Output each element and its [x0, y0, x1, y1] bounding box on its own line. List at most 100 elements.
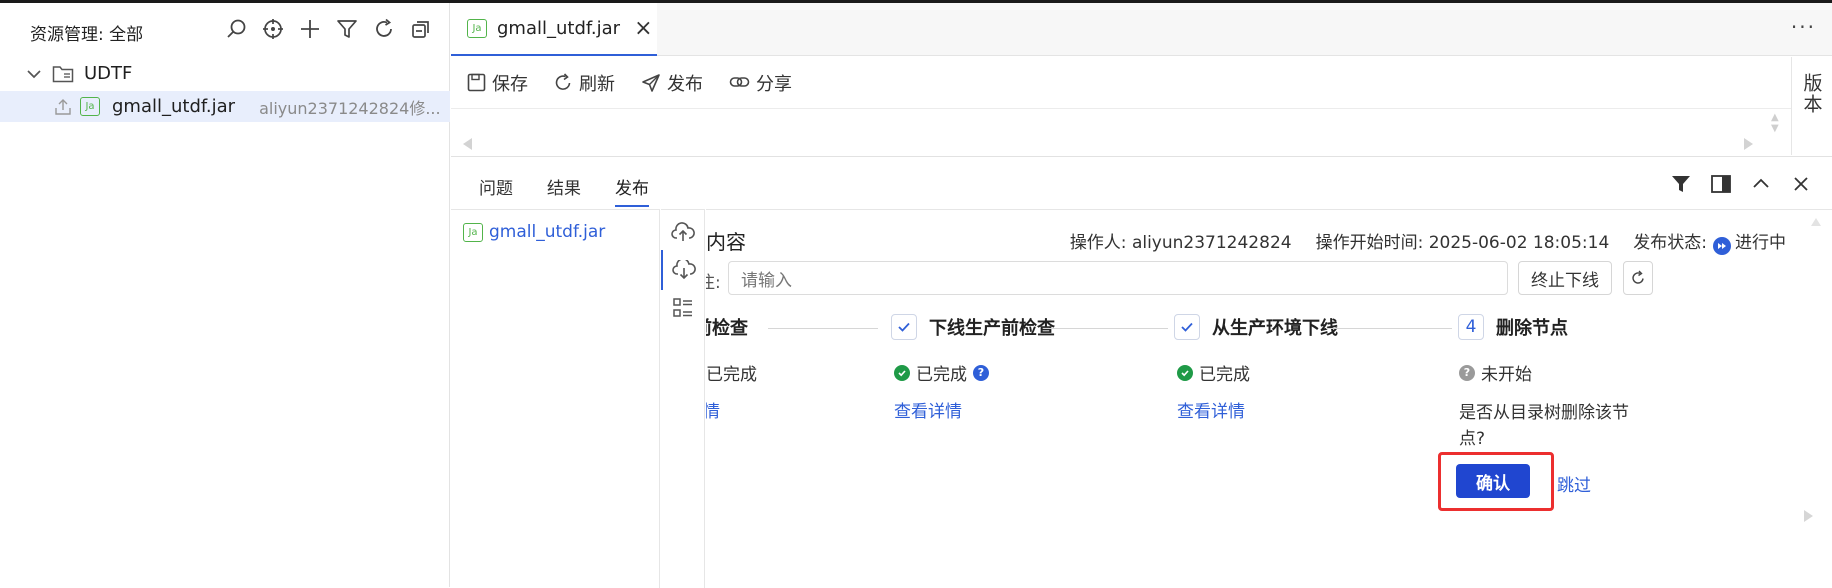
refresh-button[interactable]: 刷新	[554, 70, 615, 96]
check-icon	[891, 314, 917, 340]
step-connector	[1043, 328, 1168, 329]
step-1-header: 下线前检查	[706, 314, 748, 340]
step-4-header: 4 删除节点	[1458, 314, 1568, 340]
stop-offline-button[interactable]: 终止下线	[1518, 261, 1612, 295]
send-icon	[642, 73, 660, 92]
success-icon	[894, 364, 910, 381]
step-connector	[768, 328, 878, 329]
chevron-up-icon[interactable]	[1748, 171, 1774, 197]
publish-file-item[interactable]: Ja gmall_utdf.jar	[463, 222, 605, 242]
step-3-header: 从生产环境下线	[1174, 314, 1338, 340]
scroll-right-arrow[interactable]	[1804, 510, 1813, 522]
step-connector	[1326, 328, 1452, 329]
success-icon	[1177, 364, 1193, 381]
status-value: 进行中	[1735, 233, 1786, 253]
help-icon[interactable]: ?	[973, 364, 989, 381]
link-icon	[729, 77, 750, 87]
not-started-icon: ?	[1459, 364, 1475, 381]
step-4-status-text: 未开始	[1481, 365, 1532, 385]
step-2-header: 下线生产前检查	[891, 314, 1055, 340]
step-1-status: 已完成	[706, 360, 757, 385]
explorer-title: 资源管理: 全部	[30, 25, 144, 45]
step-2-status: 已完成 ?	[894, 360, 989, 385]
scroll-up-arrow[interactable]	[1811, 218, 1821, 226]
publish-file-label: gmall_utdf.jar	[489, 222, 606, 242]
skip-link[interactable]: 跳过	[1557, 471, 1591, 496]
jar-file-icon: Ja	[463, 222, 483, 242]
refresh-label: 刷新	[579, 73, 615, 95]
step-2-status-text: 已完成	[916, 365, 967, 385]
more-icon[interactable]: ···	[1791, 15, 1816, 39]
refresh-icon	[555, 73, 571, 90]
publish-status: 发布状态: 进行中	[1633, 228, 1786, 255]
publish-content: 布内容 操作人: aliyun2371242824 操作开始时间: 2025-0…	[706, 209, 1832, 588]
bottom-panel: 问题 结果 发布 Ja gmall_utdf.jar 内容 操作人: aliyu…	[451, 156, 1832, 588]
filter-icon[interactable]	[1668, 171, 1694, 197]
search-icon[interactable]	[222, 15, 249, 42]
step-1-view-details-link[interactable]: 查看详情	[706, 397, 720, 422]
step-3-title: 从生产环境下线	[1212, 318, 1338, 339]
scroll-right-arrow[interactable]	[1744, 138, 1753, 150]
step-4-index: 4	[1458, 314, 1484, 340]
collapse-all-icon[interactable]	[407, 15, 434, 42]
refresh-icon[interactable]	[1623, 261, 1653, 295]
tab-gmall-utdf[interactable]: Ja gmall_utdf.jar ×	[451, 3, 657, 56]
vertical-scroll-arrows[interactable]: ▲ ▼	[1771, 112, 1779, 134]
publish-label: 发布	[667, 73, 703, 95]
editor-toolbar: 保存 刷新 发布 分享	[451, 57, 1791, 109]
start-time-text: 操作开始时间: 2025-06-02 18:05:14	[1315, 233, 1610, 253]
tree-file-label: gmall_utdf.jar	[112, 96, 236, 117]
step-2-title: 下线生产前检查	[929, 318, 1055, 339]
version-tab-label: 版本	[1800, 73, 1823, 115]
operator-text: 操作人: aliyun2371242824	[1069, 233, 1292, 253]
add-icon[interactable]	[296, 15, 323, 42]
step-2-view-details-link[interactable]: 查看详情	[894, 397, 962, 422]
highlight-box	[1438, 452, 1554, 511]
close-icon[interactable]: ×	[634, 16, 652, 41]
scroll-left-arrow[interactable]	[463, 138, 472, 150]
publish-button[interactable]: 发布	[641, 70, 703, 96]
status-label: 发布状态:	[1633, 233, 1707, 253]
share-label: 分享	[756, 73, 792, 95]
step-4-status: ? 未开始	[1459, 360, 1532, 385]
editor-content	[451, 110, 1791, 155]
save-label: 保存	[492, 73, 528, 95]
in-progress-icon	[1713, 237, 1731, 255]
split-panel-icon[interactable]	[1708, 171, 1734, 197]
tree-folder-label: UDTF	[84, 63, 133, 84]
jar-file-icon: Ja	[80, 97, 100, 116]
publish-file-list: Ja gmall_utdf.jar	[451, 209, 660, 588]
download-cloud-icon[interactable]	[661, 250, 705, 290]
upload-cloud-icon[interactable]	[661, 212, 705, 252]
version-side-tab[interactable]: 版本	[1791, 57, 1832, 155]
upload-icon	[55, 98, 71, 115]
delete-node-question: 是否从目录树删除该节点?	[1459, 403, 1629, 449]
tree-file-gmall-utdf[interactable]: Ja gmall_utdf.jar aliyun2371242824修...	[0, 91, 450, 122]
panel-tabs: 问题 结果 发布	[479, 174, 649, 207]
tab-problems[interactable]: 问题	[479, 174, 513, 207]
tree-folder-udtf[interactable]: UDTF	[0, 58, 450, 89]
step-3-status-text: 已完成	[1199, 365, 1250, 385]
tab-results[interactable]: 结果	[547, 174, 581, 207]
step-3-status: 已完成	[1177, 360, 1250, 385]
tab-publish[interactable]: 发布	[615, 174, 649, 207]
tree-file-meta: aliyun2371242824修...	[259, 98, 441, 118]
explorer-header: 资源管理: 全部	[0, 3, 450, 55]
jar-file-icon: Ja	[467, 19, 487, 38]
remark-input[interactable]: 请输入	[728, 261, 1508, 295]
save-button[interactable]: 保存	[467, 70, 528, 96]
publish-side-icons	[661, 209, 705, 588]
step-4-title: 删除节点	[1496, 318, 1568, 339]
check-icon	[1174, 314, 1200, 340]
share-button[interactable]: 分享	[729, 70, 792, 96]
filter-icon[interactable]	[333, 15, 360, 42]
folder-icon	[52, 65, 74, 82]
save-icon	[467, 73, 486, 92]
locate-icon[interactable]	[259, 15, 286, 42]
remark-label: 注:	[706, 273, 721, 293]
list-detail-icon[interactable]	[661, 288, 705, 328]
refresh-icon[interactable]	[370, 15, 397, 42]
editor-tabbar: Ja gmall_utdf.jar × ···	[451, 3, 1832, 56]
step-3-view-details-link[interactable]: 查看详情	[1177, 397, 1245, 422]
close-icon[interactable]	[1788, 171, 1814, 197]
